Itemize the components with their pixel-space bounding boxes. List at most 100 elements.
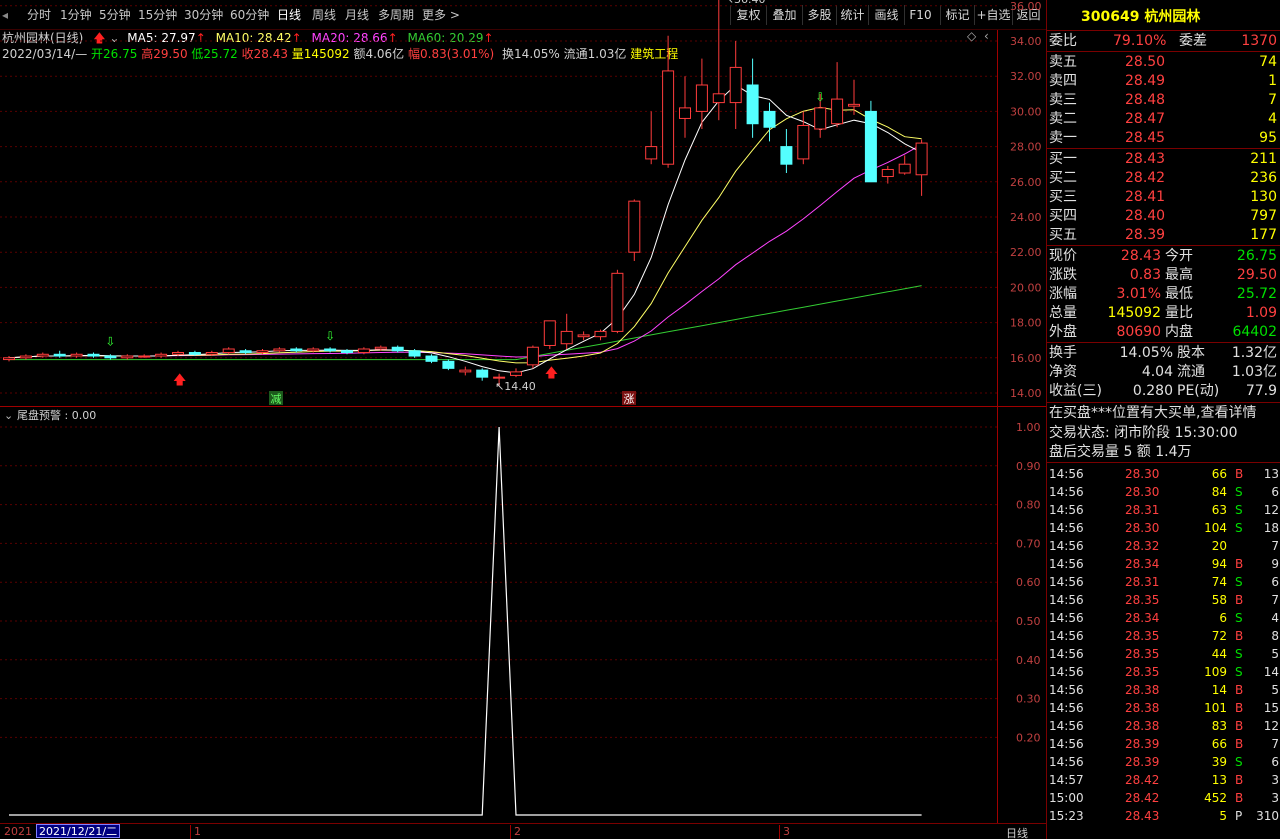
tick-time: 14:56 bbox=[1049, 503, 1084, 517]
quote-value: 28.43 bbox=[1120, 248, 1161, 264]
quote-value: 3.01% bbox=[1116, 286, 1161, 302]
candle-body bbox=[357, 348, 370, 354]
tick-price: 28.31 bbox=[1125, 575, 1160, 589]
tick-row[interactable]: 14:56 28.34 6 S 4 bbox=[1047, 609, 1280, 627]
main-y-tick: 36.00 bbox=[1010, 0, 1042, 13]
fund-value: 77.9 bbox=[1245, 383, 1277, 399]
order-price: 28.41 bbox=[1125, 189, 1166, 205]
tick-row[interactable]: 14:56 28.35 109 S 14 bbox=[1047, 663, 1280, 681]
tick-count: 8 bbox=[1271, 629, 1279, 643]
kline-chart-area[interactable]: 36.00 34.00 32.00 30.00 28.00 26.00 24.00 22.00… bbox=[0, 0, 1046, 823]
indicator-settings-icon[interactable]: ⌄ bbox=[4, 409, 13, 422]
tick-side: S bbox=[1235, 503, 1243, 517]
candle-body bbox=[36, 353, 49, 357]
tick-time: 14:56 bbox=[1049, 755, 1084, 769]
ma20-line bbox=[8, 143, 922, 359]
candle-body bbox=[864, 110, 877, 183]
tick-count: 7 bbox=[1271, 593, 1279, 607]
tick-count: 3 bbox=[1271, 773, 1279, 787]
main-y-tick: 14.00 bbox=[1010, 387, 1042, 400]
tick-price: 28.35 bbox=[1125, 647, 1160, 661]
tick-time: 14:56 bbox=[1049, 683, 1084, 697]
tick-time: 14:56 bbox=[1049, 737, 1084, 751]
tick-volume: 39 bbox=[1211, 755, 1227, 769]
order-label: 买四 bbox=[1049, 208, 1077, 224]
tag-zhang: 涨 bbox=[624, 393, 635, 406]
buy-order-row: 买二 28.42 236 bbox=[1047, 169, 1280, 187]
tick-row[interactable]: 14:56 28.30 84 S 6 bbox=[1047, 483, 1280, 501]
tick-time: 14:56 bbox=[1049, 629, 1084, 643]
tick-count: 7 bbox=[1271, 539, 1279, 553]
indicator-y-tick: 0.40 bbox=[1016, 654, 1041, 667]
candle-body bbox=[780, 146, 793, 165]
order-price: 28.40 bbox=[1125, 208, 1166, 224]
order-price: 28.42 bbox=[1125, 170, 1166, 186]
tick-row[interactable]: 14:56 28.39 39 S 6 bbox=[1047, 753, 1280, 771]
tick-row[interactable]: 14:56 28.35 58 B 7 bbox=[1047, 591, 1280, 609]
big-order-notice[interactable]: 在买盘***位置有大买单,查看详情 bbox=[1047, 404, 1280, 422]
tick-row[interactable]: 14:56 28.39 66 B 7 bbox=[1047, 735, 1280, 753]
candle-body bbox=[19, 355, 32, 359]
tick-row[interactable]: 14:56 28.35 44 S 5 bbox=[1047, 645, 1280, 663]
order-price: 28.39 bbox=[1125, 227, 1166, 243]
tick-count: 12 bbox=[1263, 503, 1279, 517]
candle-body bbox=[611, 272, 624, 332]
notice-text[interactable]: 在买盘***位置有大买单,查看详情 bbox=[1049, 404, 1256, 422]
quote-label: 现价 bbox=[1049, 248, 1077, 264]
diamond-icon[interactable]: ◇ bbox=[967, 29, 977, 43]
main-grid bbox=[0, 5, 997, 394]
tick-row[interactable]: 14:56 28.35 72 B 8 bbox=[1047, 627, 1280, 645]
order-volume: 130 bbox=[1250, 189, 1277, 205]
tick-row[interactable]: 14:56 28.38 101 B 15 bbox=[1047, 699, 1280, 717]
fund-value: 1.32亿 bbox=[1231, 345, 1277, 361]
tick-row[interactable]: 15:23 28.43 5 P 310 bbox=[1047, 807, 1280, 825]
indicator-y-tick: 0.60 bbox=[1016, 576, 1041, 589]
tag-jian: 减 bbox=[271, 393, 282, 406]
quote-value: 80690 bbox=[1116, 324, 1161, 340]
tick-side: B bbox=[1235, 683, 1244, 697]
tick-side: S bbox=[1235, 611, 1243, 625]
quote-value: 26.75 bbox=[1236, 248, 1277, 264]
tick-side: S bbox=[1235, 665, 1243, 679]
tick-time: 14:56 bbox=[1049, 485, 1084, 499]
tick-price: 28.35 bbox=[1125, 593, 1160, 607]
tick-row[interactable]: 14:56 28.30 104 S 18 bbox=[1047, 519, 1280, 537]
tick-row[interactable]: 14:57 28.42 13 B 3 bbox=[1047, 771, 1280, 789]
tick-row[interactable]: 14:56 28.34 94 B 9 bbox=[1047, 555, 1280, 573]
tick-price: 28.42 bbox=[1125, 791, 1160, 805]
tick-time: 14:56 bbox=[1049, 575, 1084, 589]
tick-price: 28.34 bbox=[1125, 557, 1160, 571]
axis-tick-3 bbox=[779, 825, 780, 839]
tick-time: 14:56 bbox=[1049, 701, 1084, 715]
indicator-y-tick: 0.80 bbox=[1016, 499, 1041, 512]
tick-row[interactable]: 14:56 28.32 20 7 bbox=[1047, 537, 1280, 555]
tick-side: B bbox=[1235, 719, 1244, 733]
tick-row[interactable]: 14:56 28.30 66 B 13 bbox=[1047, 465, 1280, 483]
fund-row: 收益(三) 0.280 PE(动) 77.9 bbox=[1047, 382, 1280, 400]
order-label: 卖一 bbox=[1049, 130, 1077, 146]
tick-volume: 58 bbox=[1211, 593, 1227, 607]
tick-row[interactable]: 14:56 28.38 83 B 12 bbox=[1047, 717, 1280, 735]
tick-volume: 13 bbox=[1211, 773, 1227, 787]
rp-sep-7 bbox=[1047, 462, 1280, 463]
tick-volume: 66 bbox=[1211, 737, 1227, 751]
tick-row[interactable]: 14:56 28.38 14 B 5 bbox=[1047, 681, 1280, 699]
weibi-value: 79.10% bbox=[1113, 33, 1167, 49]
chevron-left-icon[interactable]: ‹ bbox=[984, 29, 989, 43]
main-y-tick: 24.00 bbox=[1010, 211, 1042, 224]
tick-row[interactable]: 14:56 28.31 63 S 12 bbox=[1047, 501, 1280, 519]
candle-body bbox=[645, 146, 658, 160]
axis-tick-1 bbox=[190, 825, 191, 839]
candle-body bbox=[222, 348, 235, 354]
weibi-label: 委比 bbox=[1049, 33, 1077, 49]
tick-row[interactable]: 15:00 28.42 452 B 3 bbox=[1047, 789, 1280, 807]
order-volume: 1 bbox=[1268, 73, 1277, 89]
tick-volume: 109 bbox=[1204, 665, 1227, 679]
tick-count: 5 bbox=[1271, 683, 1279, 697]
tick-side: B bbox=[1235, 557, 1244, 571]
weicha-value: 1370 bbox=[1241, 33, 1277, 49]
tick-row[interactable]: 14:56 28.31 74 S 6 bbox=[1047, 573, 1280, 591]
rp-sep-2 bbox=[1047, 51, 1280, 52]
order-price: 28.49 bbox=[1125, 73, 1166, 89]
order-price: 28.50 bbox=[1125, 54, 1166, 70]
